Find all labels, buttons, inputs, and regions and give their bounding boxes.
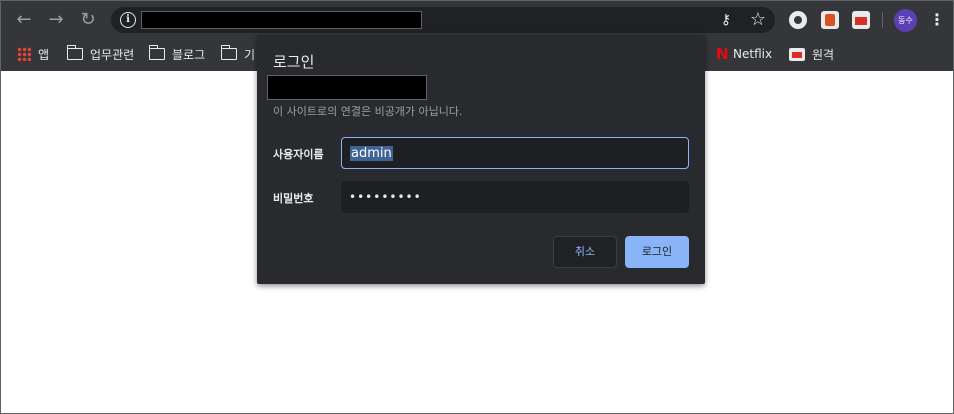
netflix-icon: N	[716, 45, 729, 63]
password-mask: •••••••••	[349, 190, 422, 204]
bookmark-label: 업무관련	[90, 47, 135, 62]
apps-icon	[17, 47, 31, 61]
username-field[interactable]: admin	[341, 137, 689, 169]
username-value: admin	[350, 145, 393, 161]
bookmark-folder-other[interactable]: 기	[220, 43, 256, 65]
bookmark-folder-blog[interactable]: 블로그	[148, 43, 206, 65]
dialog-title: 로그인	[273, 53, 315, 71]
bookmark-star-icon[interactable]: ☆	[747, 9, 769, 31]
bookmark-label: 앱	[38, 47, 50, 62]
bookmark-label: 블로그	[172, 47, 206, 62]
login-dialog: 로그인 이 사이트로의 연결은 비공개가 아닙니다. 사용자이름 admin 비…	[257, 35, 705, 284]
bookmark-folder-work[interactable]: 업무관련	[66, 43, 135, 65]
connection-warning: 이 사이트로의 연결은 비공개가 아닙니다.	[273, 105, 463, 118]
site-info-icon[interactable]: i	[120, 12, 136, 28]
key-icon[interactable]: ⚷	[716, 10, 736, 30]
username-label: 사용자이름	[273, 148, 324, 161]
menu-kebab-icon[interactable]: ⋮	[929, 9, 945, 31]
address-bar[interactable]: i ⚷ ☆	[111, 7, 775, 33]
bookmark-apps[interactable]: 앱	[17, 43, 49, 65]
forward-button[interactable]: →	[44, 9, 68, 31]
extension-2-icon[interactable]	[821, 11, 839, 29]
bookmark-label: 원격	[812, 47, 835, 62]
url-redacted	[141, 11, 422, 29]
forward-arrow-icon: →	[48, 9, 64, 30]
site-host-redacted	[267, 75, 427, 100]
bookmark-remote[interactable]: 원격	[789, 43, 834, 65]
folder-icon	[148, 45, 165, 60]
folder-icon	[66, 45, 83, 60]
cancel-button[interactable]: 취소	[553, 236, 617, 268]
bookmark-label: 기	[244, 47, 256, 62]
extension-3-icon[interactable]	[852, 11, 870, 29]
back-arrow-icon: ←	[16, 9, 32, 30]
password-label: 비밀번호	[273, 192, 314, 205]
profile-avatar[interactable]: 동수	[894, 9, 917, 32]
bookmark-label: Netflix	[733, 47, 773, 61]
reload-button[interactable]: ↻	[76, 9, 100, 31]
remote-icon	[789, 47, 805, 61]
login-button[interactable]: 로그인	[625, 236, 689, 268]
extension-1-icon[interactable]	[789, 11, 807, 29]
bookmark-netflix[interactable]: N Netflix	[716, 43, 772, 65]
password-field[interactable]: •••••••••	[341, 181, 689, 213]
toolbar-divider	[882, 12, 883, 28]
browser-toolbar: ← → ↻ i ⚷ ☆ 동수 ⋮	[1, 1, 953, 39]
folder-icon	[220, 45, 237, 60]
reload-icon: ↻	[80, 9, 96, 30]
back-button[interactable]: ←	[12, 9, 36, 31]
